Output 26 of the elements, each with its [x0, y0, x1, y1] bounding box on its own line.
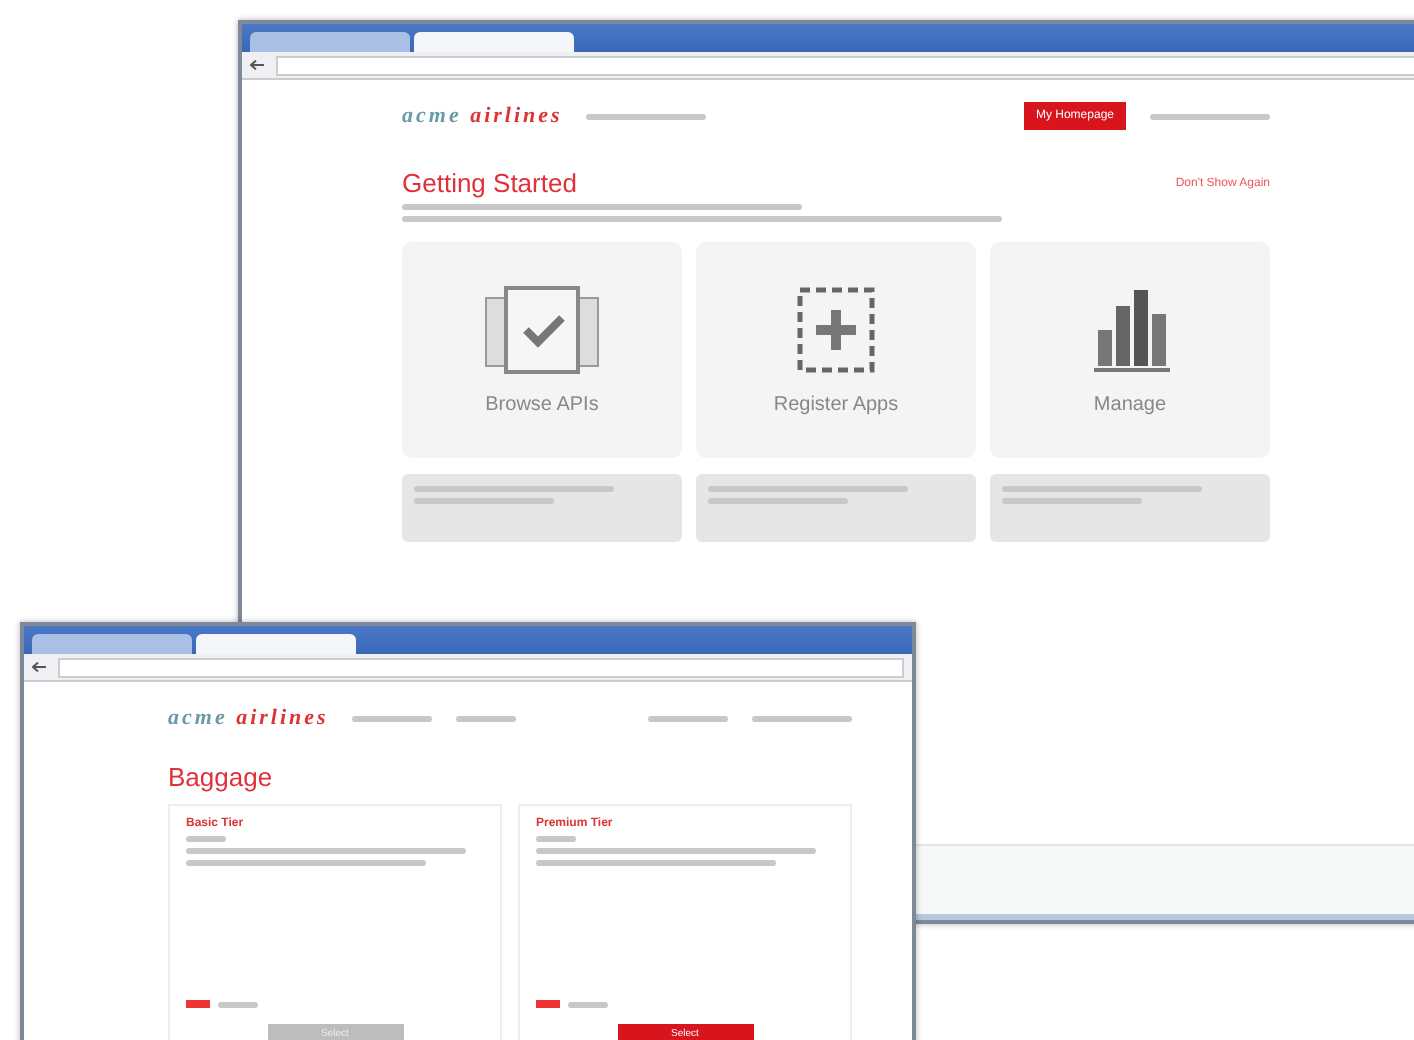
- feature-tile[interactable]: Register Apps: [696, 242, 976, 458]
- blurred-text: [352, 715, 433, 721]
- back-arrow-icon[interactable]: [250, 60, 264, 70]
- documents-check-icon: [482, 285, 602, 373]
- brand-logo: acme airlines: [402, 104, 563, 128]
- feature-tile[interactable]: Browse APIs: [402, 242, 682, 458]
- blurred-text: [536, 836, 576, 842]
- browser-tab[interactable]: [196, 634, 356, 654]
- blurred-text: [586, 113, 707, 119]
- brand-logo: acme airlines: [168, 706, 329, 730]
- blurred-text: [568, 1001, 608, 1007]
- blurred-text: [752, 715, 852, 721]
- browser-tab[interactable]: [414, 32, 574, 52]
- back-arrow-icon[interactable]: [32, 662, 46, 672]
- page-title: Baggage: [168, 762, 275, 792]
- address-bar[interactable]: [58, 657, 904, 677]
- blurred-text: [1150, 113, 1270, 119]
- price-mark: [186, 1000, 210, 1008]
- blurred-text: [456, 715, 517, 721]
- blurred-text: [648, 715, 728, 721]
- blurred-text: [218, 1001, 258, 1007]
- blurred-text: [186, 836, 226, 842]
- address-bar[interactable]: [276, 55, 1414, 75]
- feature-tile[interactable]: Manage: [990, 242, 1270, 458]
- price-mark: [536, 1000, 560, 1008]
- page-title: Getting Started: [402, 168, 577, 198]
